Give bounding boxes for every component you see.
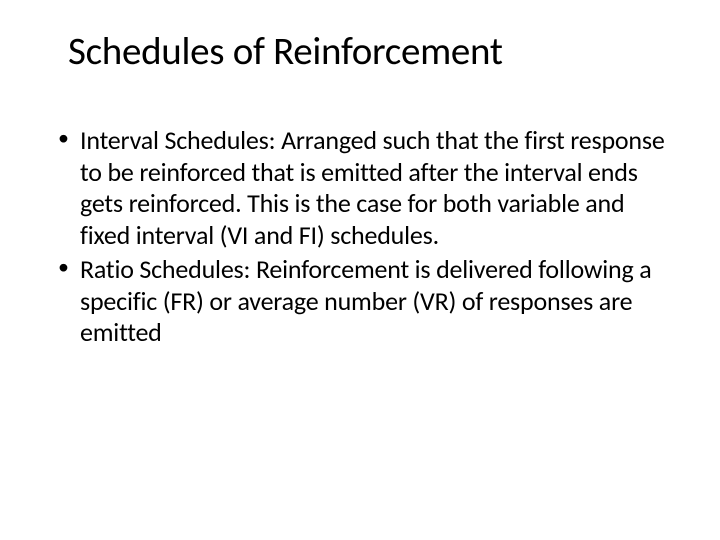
slide-title: Schedules of Reinforcement	[68, 28, 668, 75]
slide-container: Schedules of Reinforcement Interval Sche…	[0, 0, 720, 540]
slide-content: Interval Schedules: Arranged such that t…	[52, 125, 668, 349]
bullet-item: Interval Schedules: Arranged such that t…	[52, 125, 668, 252]
bullet-item: Ratio Schedules: Reinforcement is delive…	[52, 254, 668, 349]
